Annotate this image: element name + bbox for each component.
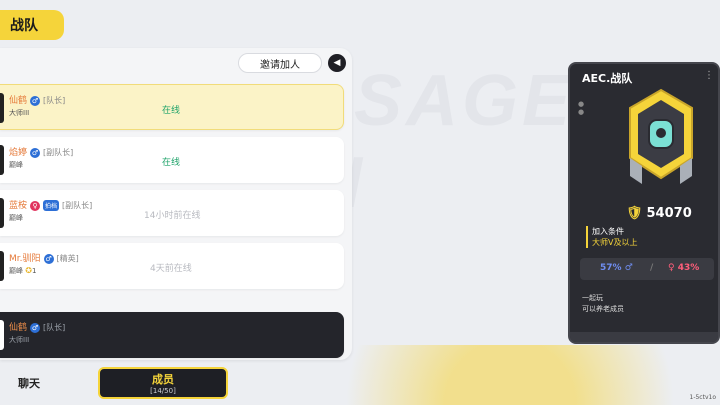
member-status: 4天前在线: [150, 264, 192, 274]
member-name: 仙鹤 ♂ [队长]: [9, 322, 66, 333]
partner-badge: 拍档: [43, 200, 60, 211]
member-rank: 巅峰: [9, 214, 23, 222]
member-rank: 大师III: [9, 336, 30, 344]
female-gender-icon: ♀: [30, 200, 41, 211]
member-row[interactable]: 焰婷 ♂ [副队长] 巅峰 在线: [0, 137, 344, 183]
member-name: 焰婷 ♂ [副队长]: [9, 147, 74, 158]
caret-left-icon: ◀: [333, 58, 341, 68]
tab-members[interactable]: 成员 [14/50]: [98, 367, 228, 399]
avatar: [0, 145, 4, 175]
self-member-row[interactable]: 仙鹤 ♂ [队长] 大师III: [0, 312, 344, 358]
female-icon: ♀: [668, 263, 675, 273]
member-count: [14/50]: [150, 387, 176, 395]
avatar: [0, 93, 4, 123]
decor-dots-icon: ● ●: [578, 100, 585, 116]
member-rank: 大师III: [9, 109, 30, 117]
team-name: AEC.战队: [582, 72, 633, 85]
member-row[interactable]: 蓝桉 ♀ 拍档 [副队长] 巅峰 14小时前在线: [0, 190, 344, 236]
team-slogan: 一起玩 可以养老成员: [582, 294, 624, 313]
member-row[interactable]: Mr.驯阳 ♂ [精英] 巅峰 ✪1 4天前在线: [0, 243, 344, 289]
member-status: 14小时前在线: [144, 211, 201, 221]
collapse-button[interactable]: ◀: [328, 54, 346, 72]
male-gender-icon: ♂: [30, 322, 41, 333]
member-rank: 巅峰: [9, 161, 23, 169]
member-row[interactable]: 仙鹤 ♂ [队长] 大师III 在线: [0, 84, 344, 130]
male-gender-icon: ♂: [30, 147, 41, 158]
team-info-card: AEC.战队 ⋮ ● ● 🛡 54070 加入条件 大师V及以上 57% ♂ / ♀…: [568, 62, 720, 344]
ellipsis-icon[interactable]: ⋮: [704, 70, 714, 81]
build-version: 1-5ctv1o: [689, 394, 717, 401]
team-score: 🛡 54070: [626, 206, 692, 221]
male-icon: ♂: [624, 263, 633, 273]
join-condition-value: 大师V及以上: [592, 238, 638, 247]
join-condition-label: 加入条件: [592, 227, 624, 236]
ratio-separator: /: [650, 263, 654, 273]
member-status: 在线: [162, 158, 181, 168]
trophy-shield-icon: 🛡: [626, 206, 643, 221]
card-footer: [570, 332, 718, 342]
male-gender-icon: ♂: [43, 253, 54, 264]
invite-button[interactable]: 邀请加人: [238, 53, 322, 73]
star-icon: ✪: [25, 266, 32, 275]
avatar: [0, 251, 4, 281]
team-emblem-icon: [629, 88, 693, 184]
join-condition: 加入条件 大师V及以上: [586, 226, 637, 248]
male-gender-icon: ♂: [30, 95, 41, 106]
gender-ratio: 57% ♂ / ♀ 43%: [580, 258, 714, 280]
member-status: 在线: [162, 106, 181, 116]
avatar: [0, 198, 4, 228]
tab-chat[interactable]: 聊天: [0, 368, 100, 398]
member-rank: 巅峰 ✪1: [9, 266, 37, 275]
member-name: Mr.驯阳 ♂ [精英]: [9, 253, 79, 264]
female-ratio: ♀ 43%: [668, 263, 700, 273]
avatar: [0, 320, 4, 350]
male-ratio: 57% ♂: [600, 263, 633, 273]
member-name: 蓝桉 ♀ 拍档 [副队长]: [9, 200, 93, 211]
tab-members-label: 成员: [152, 373, 174, 386]
honeycomb-decoration: [300, 345, 720, 405]
member-name: 仙鹤 ♂ [队长]: [9, 95, 66, 106]
page-title: 战队: [0, 10, 64, 40]
